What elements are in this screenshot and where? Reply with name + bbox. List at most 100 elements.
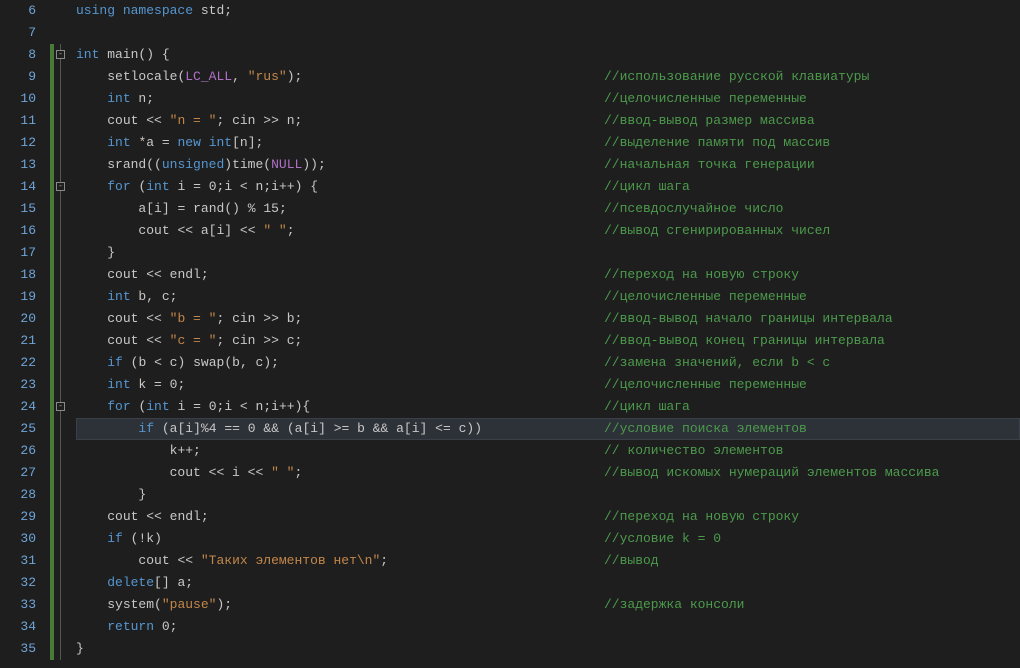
code-line[interactable]: int *a = new int[n];//выделение памяти п… bbox=[76, 132, 1020, 154]
fold-row bbox=[54, 330, 70, 352]
fold-row bbox=[54, 220, 70, 242]
code-text: cout << endl; bbox=[76, 264, 604, 286]
code-line[interactable] bbox=[76, 22, 1020, 44]
line-number: 33 bbox=[0, 594, 42, 616]
code-text bbox=[76, 22, 604, 44]
code-line[interactable]: int k = 0;//целочисленные переменные bbox=[76, 374, 1020, 396]
fold-row bbox=[54, 110, 70, 132]
line-number: 22 bbox=[0, 352, 42, 374]
code-line[interactable]: k++;// количество элементов bbox=[76, 440, 1020, 462]
code-text: cout << endl; bbox=[76, 506, 604, 528]
code-line[interactable]: if (a[i]%4 == 0 && (a[i] >= b && a[i] <=… bbox=[76, 418, 1020, 440]
line-number: 24 bbox=[0, 396, 42, 418]
code-line[interactable]: } bbox=[76, 242, 1020, 264]
fold-toggle-icon[interactable]: - bbox=[56, 50, 65, 59]
line-comment: //цикл шага bbox=[604, 396, 1020, 418]
code-line[interactable]: for (int i = 0;i < n;i++) {//цикл шага bbox=[76, 176, 1020, 198]
line-number: 31 bbox=[0, 550, 42, 572]
line-comment: //псевдослучайное число bbox=[604, 198, 1020, 220]
line-number: 25 bbox=[0, 418, 42, 440]
line-number: 9 bbox=[0, 66, 42, 88]
line-comment: //выделение памяти под массив bbox=[604, 132, 1020, 154]
fold-row bbox=[54, 0, 70, 22]
fold-row bbox=[54, 374, 70, 396]
code-text: cout << i << " "; bbox=[76, 462, 604, 484]
line-comment: //замена значений, если b < c bbox=[604, 352, 1020, 374]
fold-row bbox=[54, 66, 70, 88]
code-text: for (int i = 0;i < n;i++) { bbox=[76, 176, 604, 198]
fold-row bbox=[54, 198, 70, 220]
code-line[interactable]: cout << i << " ";//вывод искомых нумерац… bbox=[76, 462, 1020, 484]
code-line[interactable]: cout << endl;//переход на новую строку bbox=[76, 264, 1020, 286]
fold-row bbox=[54, 286, 70, 308]
line-number: 8 bbox=[0, 44, 42, 66]
code-area[interactable]: using namespace std; int main() { setloca… bbox=[70, 0, 1020, 668]
code-line[interactable]: int b, c;//целочисленные переменные bbox=[76, 286, 1020, 308]
code-line[interactable]: int main() { bbox=[76, 44, 1020, 66]
code-text: delete[] a; bbox=[76, 572, 604, 594]
code-line[interactable]: return 0; bbox=[76, 616, 1020, 638]
code-text: int *a = new int[n]; bbox=[76, 132, 604, 154]
line-number: 11 bbox=[0, 110, 42, 132]
code-text: if (b < c) swap(b, c); bbox=[76, 352, 604, 374]
code-line[interactable]: cout << a[i] << " ";//вывод сгенирирован… bbox=[76, 220, 1020, 242]
line-number: 34 bbox=[0, 616, 42, 638]
code-text: int k = 0; bbox=[76, 374, 604, 396]
fold-row bbox=[54, 638, 70, 660]
code-text: for (int i = 0;i < n;i++){ bbox=[76, 396, 604, 418]
code-line[interactable]: } bbox=[76, 484, 1020, 506]
line-comment: //целочисленные переменные bbox=[604, 286, 1020, 308]
code-line[interactable]: srand((unsigned)time(NULL));//начальная … bbox=[76, 154, 1020, 176]
code-line[interactable]: using namespace std; bbox=[76, 0, 1020, 22]
code-line[interactable]: system("pause");//задержка консоли bbox=[76, 594, 1020, 616]
fold-row: - bbox=[54, 44, 70, 66]
fold-row bbox=[54, 528, 70, 550]
code-text: using namespace std; bbox=[76, 0, 604, 22]
code-line[interactable]: cout << "c = "; cin >> c;//ввод-вывод ко… bbox=[76, 330, 1020, 352]
line-comment: //ввод-вывод конец границы интервала bbox=[604, 330, 1020, 352]
fold-row bbox=[54, 352, 70, 374]
fold-row bbox=[54, 550, 70, 572]
code-line[interactable]: for (int i = 0;i < n;i++){//цикл шага bbox=[76, 396, 1020, 418]
line-number: 26 bbox=[0, 440, 42, 462]
code-line[interactable]: int n;//целочисленные переменные bbox=[76, 88, 1020, 110]
line-comment: //использование русской клавиатуры bbox=[604, 66, 1020, 88]
fold-row bbox=[54, 264, 70, 286]
line-comment: //цикл шага bbox=[604, 176, 1020, 198]
line-number: 15 bbox=[0, 198, 42, 220]
fold-row bbox=[54, 88, 70, 110]
code-text: } bbox=[76, 242, 604, 264]
code-text: system("pause"); bbox=[76, 594, 604, 616]
code-line[interactable]: cout << "b = "; cin >> b;//ввод-вывод на… bbox=[76, 308, 1020, 330]
code-line[interactable]: setlocale(LC_ALL, "rus");//использование… bbox=[76, 66, 1020, 88]
line-number: 18 bbox=[0, 264, 42, 286]
fold-toggle-icon[interactable]: - bbox=[56, 182, 65, 191]
code-line[interactable]: } bbox=[76, 638, 1020, 660]
code-text: cout << "b = "; cin >> b; bbox=[76, 308, 604, 330]
line-number: 21 bbox=[0, 330, 42, 352]
code-line[interactable]: if (!k)//условие k = 0 bbox=[76, 528, 1020, 550]
fold-toggle-icon[interactable]: - bbox=[56, 402, 65, 411]
code-text: cout << "Таких элементов нет\n"; bbox=[76, 550, 604, 572]
code-line[interactable]: cout << "Таких элементов нет\n";//вывод bbox=[76, 550, 1020, 572]
line-number: 32 bbox=[0, 572, 42, 594]
line-number: 7 bbox=[0, 22, 42, 44]
fold-row: - bbox=[54, 176, 70, 198]
fold-row bbox=[54, 462, 70, 484]
fold-row bbox=[54, 22, 70, 44]
code-line[interactable]: if (b < c) swap(b, c);//замена значений,… bbox=[76, 352, 1020, 374]
line-number: 10 bbox=[0, 88, 42, 110]
line-comment: //ввод-вывод начало границы интервала bbox=[604, 308, 1020, 330]
line-number: 29 bbox=[0, 506, 42, 528]
code-text: cout << "c = "; cin >> c; bbox=[76, 330, 604, 352]
code-editor[interactable]: 6789101112131415161718192021222324252627… bbox=[0, 0, 1020, 668]
code-line[interactable]: cout << endl;//переход на новую строку bbox=[76, 506, 1020, 528]
code-text: srand((unsigned)time(NULL)); bbox=[76, 154, 604, 176]
code-text: int b, c; bbox=[76, 286, 604, 308]
code-line[interactable]: cout << "n = "; cin >> n;//ввод-вывод ра… bbox=[76, 110, 1020, 132]
fold-column[interactable]: - - - bbox=[54, 0, 70, 668]
line-comment: //целочисленные переменные bbox=[604, 88, 1020, 110]
code-line[interactable]: a[i] = rand() % 15;//псевдослучайное чис… bbox=[76, 198, 1020, 220]
code-text: int main() { bbox=[76, 44, 604, 66]
code-line[interactable]: delete[] a; bbox=[76, 572, 1020, 594]
